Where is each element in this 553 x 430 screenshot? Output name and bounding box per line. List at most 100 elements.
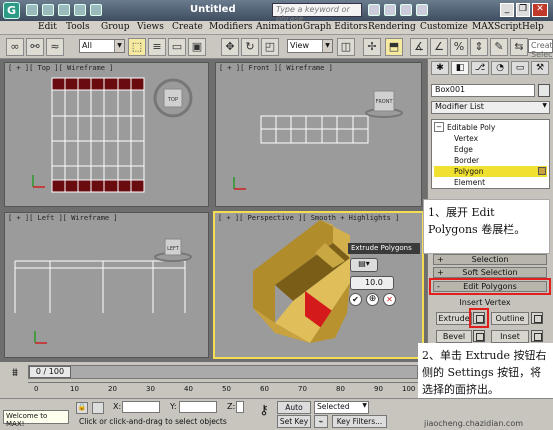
menu-group[interactable]: Group	[101, 22, 129, 32]
menu-tools[interactable]: Tools	[66, 22, 90, 32]
timeline-ruler[interactable]: 0 10 20 30 40 50 60 70 80 90 100	[28, 382, 418, 396]
stack-item-polygon-highlight[interactable]	[434, 166, 547, 177]
keyboard-shortcut-override-icon[interactable]: ⬒	[385, 38, 403, 56]
cancel-icon[interactable]: ✕	[383, 293, 396, 306]
viewport-left[interactable]: [ + ][ Left ][ Wireframe ] LEFT	[4, 212, 209, 358]
selection-filter-dropdown[interactable]: All ▼	[79, 39, 125, 53]
extrude-height-spinner[interactable]: 10.0	[350, 276, 394, 290]
info-icon[interactable]	[384, 4, 396, 16]
apply-icon[interactable]: ⊕	[366, 293, 379, 306]
extrude-caddy-title: Extrude Polygons	[348, 243, 420, 254]
collapse-icon[interactable]: −	[434, 122, 444, 132]
scale-icon[interactable]: ◰	[261, 38, 279, 56]
select-manipulate-icon[interactable]: ✢	[363, 38, 381, 56]
lock-selection-icon[interactable]: 🔒	[76, 402, 88, 414]
object-name-input[interactable]: Box001	[431, 84, 535, 97]
time-slider-thumb[interactable]: 0 / 100	[29, 366, 71, 378]
menu-maxscript[interactable]: MAXScript	[472, 22, 522, 32]
close-icon[interactable]: ✕	[532, 3, 548, 17]
maxscript-listener-input[interactable]: Welcome to MAX!	[3, 410, 69, 428]
move-icon[interactable]: ✥	[221, 38, 239, 56]
stack-item-editable-poly[interactable]: Editable Poly	[447, 123, 495, 132]
search-input[interactable]: Type a keyword or phrase	[272, 3, 362, 23]
object-color-swatch[interactable]	[538, 84, 550, 97]
modify-tab-icon[interactable]: ◧	[451, 61, 469, 75]
new-icon[interactable]	[26, 4, 38, 16]
time-slider-track[interactable]: 0 / 100	[28, 365, 418, 379]
angle-snap-icon[interactable]: ∠	[430, 38, 448, 56]
stack-item-polygon[interactable]: Polygon	[454, 167, 483, 176]
select-object-icon[interactable]: ⬚	[128, 38, 146, 56]
select-and-link-icon[interactable]: ∞	[6, 38, 24, 56]
minimize-icon[interactable]: _	[500, 3, 514, 17]
bevel-settings-icon[interactable]	[473, 330, 485, 342]
key-selection-dropdown[interactable]: Selected ▼	[314, 401, 369, 414]
menu-views[interactable]: Views	[137, 22, 164, 32]
viewport-front[interactable]: [ + ][ Front ][ Wireframe ] FRONT	[215, 62, 422, 207]
restore-icon[interactable]: ❐	[516, 3, 530, 17]
viewport-perspective[interactable]: [ + ][ Perspective ][ Smooth + Highlight…	[213, 211, 424, 359]
redo-icon[interactable]	[90, 4, 102, 16]
stack-item-edge[interactable]: Edge	[454, 145, 473, 154]
pivot-center-icon[interactable]: ◫	[337, 38, 355, 56]
mini-curve-editor-icon[interactable]: ⩩	[8, 366, 22, 380]
star-icon[interactable]	[400, 4, 412, 16]
z-coordinate-input[interactable]	[236, 401, 244, 413]
open-icon[interactable]	[42, 4, 54, 16]
soft-selection-rollout[interactable]: + Soft Selection	[433, 267, 547, 278]
menu-create[interactable]: Create	[172, 22, 203, 32]
menu-rendering[interactable]: Rendering	[368, 22, 416, 32]
display-tab-icon[interactable]: ▭	[511, 61, 529, 75]
extrude-type-dropdown[interactable]: ▤▾	[350, 258, 378, 272]
inset-button[interactable]: Inset	[491, 330, 529, 343]
key-filters-button[interactable]: Key Filters...	[332, 415, 387, 428]
snaps-toggle-icon[interactable]: ∡	[410, 38, 428, 56]
select-by-name-icon[interactable]: ≡	[148, 38, 166, 56]
set-keys-icon[interactable]: ⌁	[314, 415, 328, 428]
bind-space-warp-icon[interactable]: ≈	[46, 38, 64, 56]
auto-key-button[interactable]: Auto Key	[277, 401, 311, 423]
viewport-top[interactable]: [ + ][ Top ][ Wireframe ] TOP	[4, 62, 209, 207]
menu-modifiers[interactable]: Modifiers	[209, 22, 253, 32]
stack-item-border[interactable]: Border	[454, 156, 479, 165]
menu-customize[interactable]: Customize	[420, 22, 468, 32]
motion-tab-icon[interactable]: ◔	[491, 61, 509, 75]
menu-edit[interactable]: Edit	[38, 22, 57, 32]
y-coordinate-input[interactable]	[179, 401, 217, 413]
selection-set-input[interactable]: Create Selection Se	[528, 39, 553, 68]
create-tab-icon[interactable]: ✱	[431, 61, 449, 75]
ok-icon[interactable]: ✔	[349, 293, 362, 306]
modifier-list-dropdown[interactable]: Modifier List ▼	[431, 101, 550, 114]
key-icon[interactable]: ⚷	[253, 403, 275, 423]
menu-animation[interactable]: Animation	[256, 22, 303, 32]
set-key-button[interactable]: Set Key	[277, 415, 311, 428]
rotate-icon[interactable]: ↻	[241, 38, 259, 56]
inset-settings-icon[interactable]	[531, 330, 543, 342]
percent-snap-icon[interactable]: %	[450, 38, 468, 56]
undo-icon[interactable]	[74, 4, 86, 16]
utilities-tab-icon[interactable]: ⚒	[531, 61, 549, 75]
stack-item-vertex[interactable]: Vertex	[454, 134, 478, 143]
outline-settings-icon[interactable]	[531, 312, 543, 324]
menu-graph-editors[interactable]: Graph Editors	[303, 22, 367, 32]
rectangular-selection-icon[interactable]: ▭	[168, 38, 186, 56]
window-crossing-icon[interactable]: ▣	[188, 38, 206, 56]
selection-rollout[interactable]: + Selection	[433, 254, 547, 265]
hierarchy-tab-icon[interactable]: ⎇	[471, 61, 489, 75]
stack-item-element[interactable]: Element	[454, 178, 485, 187]
help-icon[interactable]	[416, 4, 428, 16]
menu-help[interactable]: Help	[522, 22, 544, 32]
outline-button[interactable]: Outline	[491, 312, 529, 325]
x-coordinate-input[interactable]	[122, 401, 160, 413]
named-selection-icon[interactable]: ✎	[490, 38, 508, 56]
reference-coordinate-dropdown[interactable]: View ▼	[287, 39, 333, 53]
app-logo-icon[interactable]: G	[3, 2, 20, 19]
save-icon[interactable]	[58, 4, 70, 16]
bevel-button[interactable]: Bevel	[436, 330, 472, 343]
absolute-mode-icon[interactable]	[92, 402, 104, 414]
spinner-snap-icon[interactable]: ⇕	[470, 38, 488, 56]
search-icon[interactable]	[368, 4, 380, 16]
unlink-icon[interactable]: ⚯	[26, 38, 44, 56]
mirror-icon[interactable]: ⇆	[510, 38, 528, 56]
extrude-button[interactable]: Extrude	[436, 312, 472, 325]
